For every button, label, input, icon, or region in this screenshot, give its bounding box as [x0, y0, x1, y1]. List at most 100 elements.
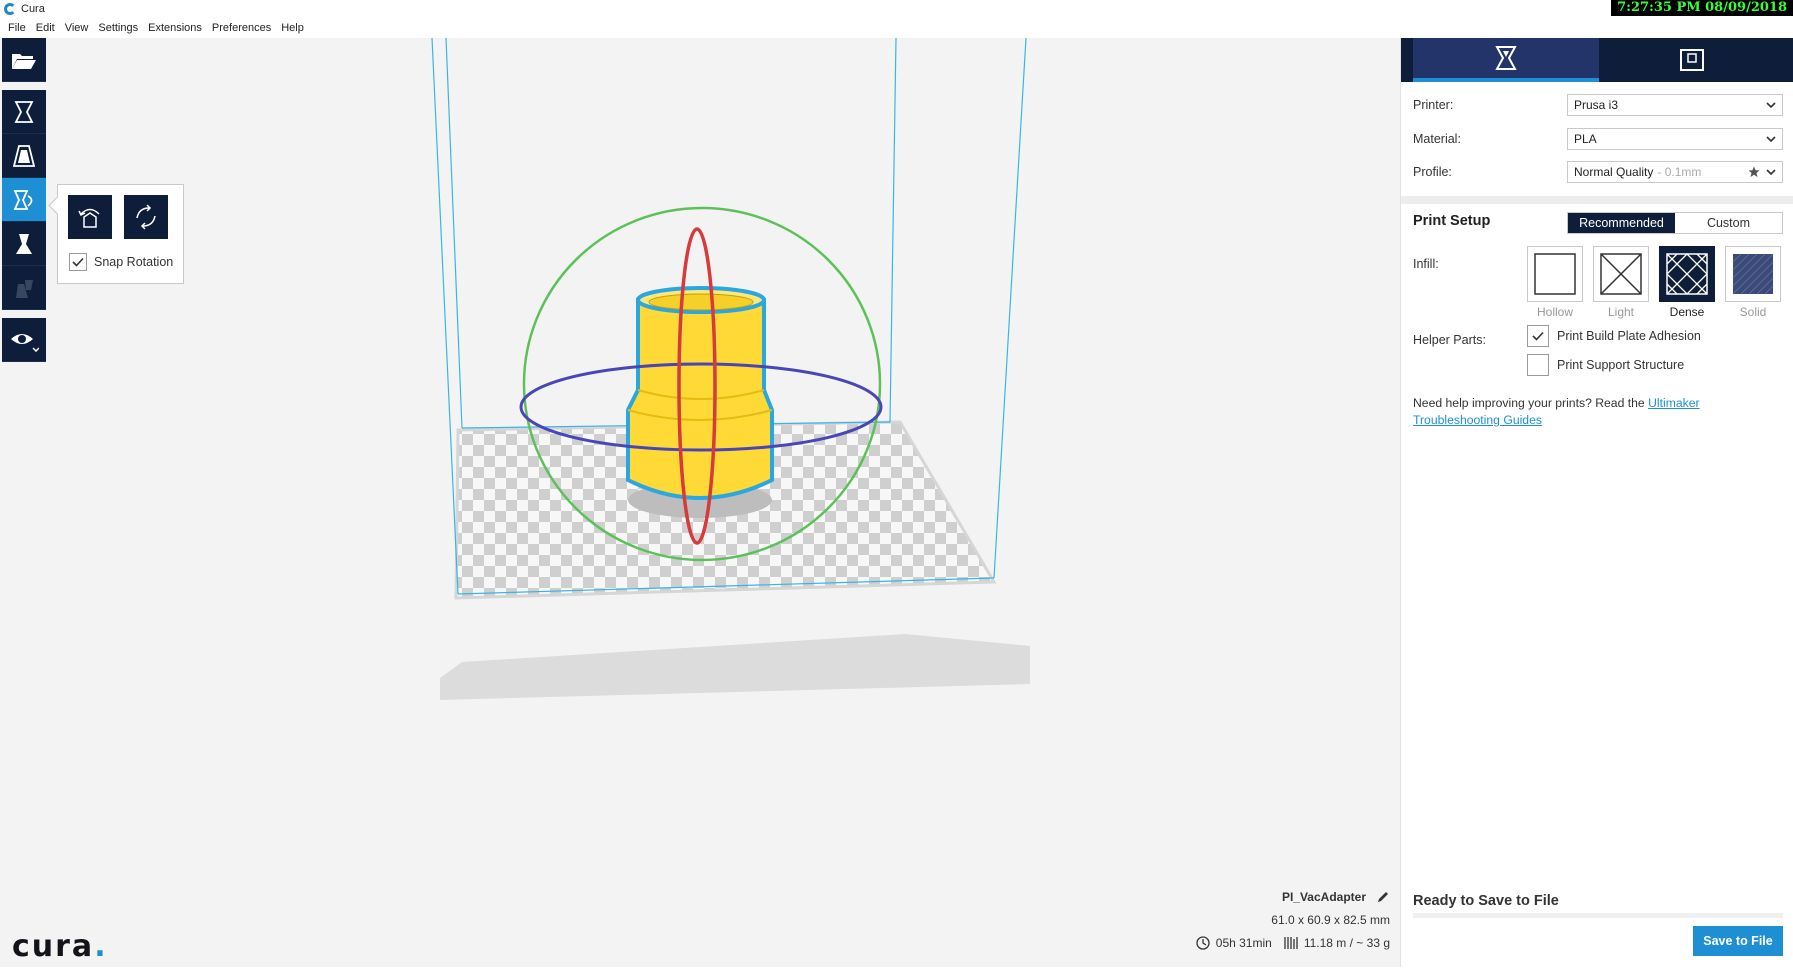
- rotate-tool-button[interactable]: [2, 178, 46, 222]
- material-value: PLA: [1574, 132, 1597, 146]
- open-folder-icon: [12, 53, 36, 69]
- move-tool-button[interactable]: [2, 90, 46, 134]
- support-label: Print Support Structure: [1557, 358, 1685, 372]
- tab-prepare[interactable]: [1413, 38, 1599, 82]
- object-name-row: PI_VacAdapter: [1196, 890, 1390, 904]
- chevron-down-icon: [1766, 102, 1776, 108]
- build-plate-adhesion-toggle[interactable]: Print Build Plate Adhesion: [1527, 325, 1701, 347]
- infill-solid-icon: [1732, 253, 1774, 295]
- rotate-tool-icon: [13, 189, 33, 210]
- clock-overlay: 7:27:35 PM 08/09/2018: [1611, 0, 1793, 16]
- right-sidebar: Printer: Prusa i3 Material: PLA Profile:…: [1400, 38, 1793, 967]
- menu-extensions[interactable]: Extensions: [148, 22, 202, 34]
- setup-mode-switch: Recommended Custom: [1567, 212, 1783, 234]
- tab-monitor[interactable]: [1599, 38, 1785, 82]
- mirror-tool-button[interactable]: [2, 222, 46, 266]
- chevron-down-icon: [1766, 136, 1776, 142]
- object-name: PI_VacAdapter: [1281, 890, 1366, 904]
- menu-preferences[interactable]: Preferences: [212, 22, 271, 34]
- menu-file[interactable]: File: [8, 22, 26, 34]
- custom-mode-button[interactable]: Custom: [1675, 213, 1782, 233]
- star-icon[interactable]: [1748, 166, 1760, 178]
- profile-row: Profile: Normal Quality - 0.1mm: [1413, 161, 1783, 183]
- 3d-viewport[interactable]: [0, 38, 1400, 967]
- printer-dropdown[interactable]: Prusa i3: [1567, 94, 1783, 116]
- infill-solid-swatch[interactable]: [1725, 246, 1781, 302]
- snap-rotation-toggle[interactable]: Snap Rotation: [69, 253, 173, 271]
- rotate-tool-panel: Snap Rotation: [57, 184, 184, 284]
- view-mode-button[interactable]: [2, 318, 46, 362]
- menu-edit[interactable]: Edit: [36, 22, 55, 34]
- help-text-prefix: Need help improving your prints? Read th…: [1413, 396, 1649, 410]
- clock-icon: [1196, 936, 1210, 950]
- cura-logo-dot: .: [94, 929, 108, 964]
- infill-dense-label: Dense: [1669, 305, 1705, 319]
- sidebar-tabs: [1401, 38, 1793, 82]
- infill-light[interactable]: Light: [1593, 246, 1649, 319]
- infill-solid-label: Solid: [1739, 305, 1767, 319]
- material-usage: 11.18 m / ~ 33 g: [1303, 936, 1390, 950]
- infill-dense-swatch[interactable]: [1659, 246, 1715, 302]
- material-dropdown[interactable]: PLA: [1567, 128, 1783, 150]
- lay-flat-button[interactable]: [124, 195, 168, 239]
- print-setup-title: Print Setup: [1413, 213, 1491, 229]
- recommended-mode-button[interactable]: Recommended: [1568, 213, 1675, 233]
- per-model-settings-icon: [16, 279, 33, 298]
- menu-settings[interactable]: Settings: [98, 22, 138, 34]
- slicing-progress-bar: [1413, 913, 1783, 918]
- material-label: Material:: [1413, 132, 1461, 146]
- window-title: Cura: [21, 3, 45, 15]
- ready-status-title: Ready to Save to File: [1413, 893, 1559, 909]
- model-vac-adapter[interactable]: [626, 286, 774, 500]
- profile-value: Normal Quality: [1574, 165, 1654, 179]
- scale-tool-icon: [13, 144, 35, 167]
- edit-pencil-icon[interactable]: [1376, 890, 1390, 904]
- infill-hollow[interactable]: Hollow: [1527, 246, 1583, 319]
- open-file-button[interactable]: [2, 38, 46, 82]
- printer-row: Printer: Prusa i3: [1413, 94, 1783, 116]
- adhesion-label: Print Build Plate Adhesion: [1557, 329, 1701, 343]
- infill-dense[interactable]: Dense: [1659, 246, 1715, 319]
- prepare-icon: [1495, 46, 1517, 70]
- printer-label: Printer:: [1413, 98, 1454, 112]
- scene-canvas[interactable]: [0, 38, 1400, 967]
- support-checkbox[interactable]: [1527, 354, 1549, 376]
- infill-label: Infill:: [1413, 257, 1439, 271]
- profile-value-group: Normal Quality - 0.1mm: [1574, 165, 1748, 179]
- per-model-settings-button[interactable]: [2, 266, 46, 310]
- snap-rotation-checkbox[interactable]: [69, 253, 87, 271]
- scale-tool-button[interactable]: [2, 134, 46, 178]
- reset-rotation-button[interactable]: [68, 195, 112, 239]
- material-spool-icon: [1284, 937, 1298, 949]
- cura-window: Cura 7:27:35 PM 08/09/2018 File Edit Vie…: [0, 0, 1793, 971]
- support-structure-toggle[interactable]: Print Support Structure: [1527, 354, 1684, 376]
- move-tool-icon: [14, 100, 34, 123]
- menu-view[interactable]: View: [65, 22, 89, 34]
- adhesion-checkbox[interactable]: [1527, 325, 1549, 347]
- lay-flat-icon: [136, 204, 156, 230]
- infill-solid[interactable]: Solid: [1725, 246, 1781, 319]
- checkmark-icon: [72, 257, 84, 267]
- print-time: 05h 31min: [1215, 936, 1272, 950]
- infill-hollow-swatch[interactable]: [1527, 246, 1583, 302]
- object-info: PI_VacAdapter 61.0 x 60.9 x 82.5 mm 05h …: [1196, 890, 1390, 950]
- chevron-down-icon: [1766, 169, 1776, 175]
- profile-dropdown[interactable]: Normal Quality - 0.1mm: [1567, 161, 1783, 183]
- infill-light-label: Light: [1607, 305, 1635, 319]
- save-to-file-button[interactable]: Save to File: [1693, 926, 1783, 956]
- menu-help[interactable]: Help: [281, 22, 304, 34]
- cura-logo: cura.: [12, 929, 108, 965]
- monitor-icon: [1680, 49, 1704, 71]
- cura-logo-text: cura: [12, 929, 95, 964]
- infill-hollow-icon: [1534, 253, 1576, 295]
- cura-app-icon: [4, 3, 16, 15]
- infill-light-swatch[interactable]: [1593, 246, 1649, 302]
- tool-bar: [2, 38, 46, 362]
- build-plate-base: [440, 634, 1030, 700]
- object-dimensions: 61.0 x 60.9 x 82.5 mm: [1271, 913, 1390, 927]
- menu-bar: File Edit View Settings Extensions Prefe…: [0, 18, 314, 38]
- reset-rotation-icon: [78, 208, 100, 228]
- view-mode-icon: [11, 333, 39, 352]
- material-row: Material: PLA: [1413, 128, 1783, 150]
- checkmark-icon: [1532, 331, 1544, 341]
